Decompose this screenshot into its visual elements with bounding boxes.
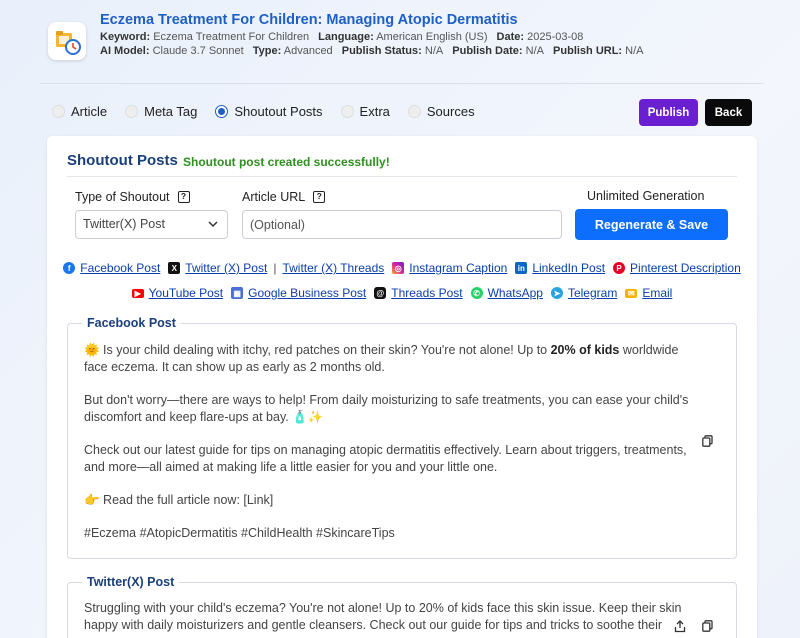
date-value: 2025-03-08 [527,31,584,43]
linkedin-icon: in [515,262,528,274]
link-youtube-post[interactable]: ▶ YouTube Post [131,286,223,300]
facebook-post-box: Facebook Post 🌞 Is your child dealing wi… [67,316,737,559]
platform-links-row-1: f Facebook Post X Twitter (X) Post | Twitt… [47,261,757,275]
radio-article[interactable] [52,105,65,118]
link-telegram[interactable]: ➤ Telegram [550,286,617,300]
app-logo [48,22,86,60]
shoutout-card: Shoutout Posts Shoutout post created suc… [47,136,757,638]
link-facebook-post[interactable]: f Facebook Post [63,261,160,275]
article-url-input[interactable] [242,210,562,239]
type-label: Type of Shoutout? [75,190,190,204]
post-paragraph: 👉 Read the full article now: [Link] [84,493,274,507]
email-icon: ✉ [625,288,638,298]
twitter-post-text[interactable]: Struggling with your child's eczema? You… [84,600,694,634]
tab-meta-tag[interactable]: Meta Tag [125,104,197,119]
radio-sources[interactable] [407,105,421,118]
twitter-post-box: Twitter(X) Post Struggling with your chi… [67,575,737,638]
link-twitter-threads[interactable]: Twitter (X) Threads [282,261,384,275]
link-google-business-post[interactable]: ▦ Google Business Post [231,286,366,300]
tab-extra[interactable]: Extra [340,104,390,119]
publish-date-value: N/A [525,45,544,57]
link-instagram-caption[interactable]: ◎ Instagram Caption [392,261,507,275]
copy-icon[interactable] [702,620,713,632]
folder-clock-icon [56,31,81,55]
radio-shoutout-posts[interactable] [215,105,229,118]
share-icon[interactable] [674,620,686,633]
radio-extra[interactable] [340,105,354,118]
link-twitter-post[interactable]: X Twitter (X) Post [168,261,267,275]
section-tabs: Article Meta Tag Shoutout Posts Extra So… [52,104,493,119]
url-label: Article URL? [242,190,326,204]
youtube-icon: ▶ [131,288,144,298]
facebook-icon: f [63,262,76,274]
instagram-icon: ◎ [392,262,405,274]
whatsapp-icon: ✆ [470,287,483,299]
tab-shoutout-posts[interactable]: Shoutout Posts [215,104,323,119]
link-threads-post[interactable]: @ Threads Post [374,286,463,300]
article-header: Eczema Treatment For Children: Managing … [40,0,764,84]
link-pinterest-description[interactable]: P Pinterest Description [613,261,741,275]
google-business-icon: ▦ [231,287,244,299]
success-message: Shoutout post created successfully! [183,155,390,169]
post-paragraph: Check out our latest guide for tips on m… [84,443,687,474]
shoutout-type-select[interactable]: Twitter(X) Post [75,210,228,239]
facebook-post-text[interactable]: 🌞 Is your child dealing with itchy, red … [84,342,694,558]
chevron-down-icon [208,221,218,228]
post-hashtags: #Eczema #AtopicDermatitis #ChildHealth #… [84,526,395,540]
publish-status-value: N/A [424,45,444,57]
link-email[interactable]: ✉ Email [625,286,672,300]
regenerate-save-button[interactable]: Regenerate & Save [575,209,728,240]
unlimited-label: Unlimited Generation [587,189,705,203]
post-paragraph: 🌞 Is your child dealing with itchy, red … [84,343,679,374]
keyword-value: Eczema Treatment For Children [153,31,310,43]
meta-line-2: AI Model: Claude 3.7 Sonnet Type: Advanc… [100,45,644,57]
back-button[interactable]: Back [705,99,752,126]
copy-icon[interactable] [702,435,713,447]
model-value: Claude 3.7 Sonnet [152,45,244,57]
post-title: Twitter(X) Post [82,575,180,589]
publish-button[interactable]: Publish [639,99,698,126]
post-paragraph: But don't worry—there are ways to help! … [84,393,689,424]
link-linkedin-post[interactable]: in LinkedIn Post [515,261,605,275]
meta-line-1: Keyword: Eczema Treatment For Children L… [100,31,584,43]
link-whatsapp[interactable]: ✆ WhatsApp [470,286,543,300]
type-value: Advanced [283,45,333,57]
tab-article[interactable]: Article [52,104,107,119]
divider [67,176,737,177]
threads-icon: @ [374,287,387,299]
help-icon[interactable]: ? [177,191,190,203]
card-title: Shoutout Posts [67,152,178,169]
tab-sources[interactable]: Sources [407,104,475,119]
x-icon: X [168,262,181,274]
language-value: American English (US) [376,31,488,43]
separator: | [273,261,277,275]
help-icon[interactable]: ? [313,191,326,203]
article-title: Eczema Treatment For Children: Managing … [100,12,518,28]
telegram-icon: ➤ [550,287,563,299]
platform-links-row-2: ▶ YouTube Post ▦ Google Business Post @ Thr… [47,286,757,300]
radio-meta-tag[interactable] [125,105,139,118]
post-title: Facebook Post [82,316,181,330]
pinterest-icon: P [613,262,626,274]
publish-url-value: N/A [625,45,644,57]
